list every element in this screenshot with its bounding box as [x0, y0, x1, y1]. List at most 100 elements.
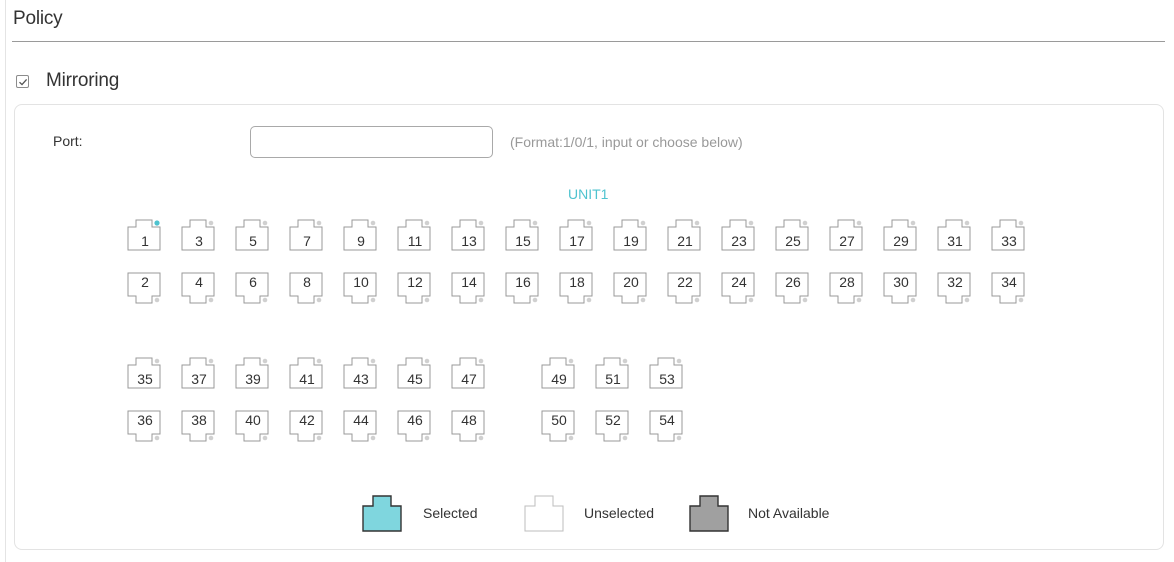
- port-37[interactable]: 37: [181, 357, 217, 391]
- port-11[interactable]: 11: [397, 219, 433, 253]
- port-number: 52: [605, 412, 621, 428]
- port-51[interactable]: 51: [595, 357, 631, 391]
- link-dot: [316, 220, 322, 226]
- port-number: 43: [353, 371, 369, 387]
- port-number: 51: [605, 371, 621, 387]
- section-title: Policy: [13, 8, 63, 29]
- port-3[interactable]: 3: [181, 219, 217, 253]
- port-47[interactable]: 47: [451, 357, 487, 391]
- legend-not-available-icon: [689, 495, 731, 538]
- port-52[interactable]: 52: [595, 410, 631, 444]
- port-46[interactable]: 46: [397, 410, 433, 444]
- port-6[interactable]: 6: [235, 272, 271, 306]
- port-39[interactable]: 39: [235, 357, 271, 391]
- port-31[interactable]: 31: [937, 219, 973, 253]
- port-5[interactable]: 5: [235, 219, 271, 253]
- port-33[interactable]: 33: [991, 219, 1027, 253]
- port-25[interactable]: 25: [775, 219, 811, 253]
- port-number: 12: [407, 274, 423, 290]
- port-9[interactable]: 9: [343, 219, 379, 253]
- port-4[interactable]: 4: [181, 272, 217, 306]
- link-dot: [676, 435, 682, 441]
- port-number: 45: [407, 371, 423, 387]
- link-dot: [1018, 297, 1024, 303]
- link-dot: [262, 435, 268, 441]
- port-17[interactable]: 17: [559, 219, 595, 253]
- port-28[interactable]: 28: [829, 272, 865, 306]
- port-16[interactable]: 16: [505, 272, 541, 306]
- port-43[interactable]: 43: [343, 357, 379, 391]
- port-19[interactable]: 19: [613, 219, 649, 253]
- port-number: 27: [839, 233, 855, 249]
- port-26[interactable]: 26: [775, 272, 811, 306]
- port-number: 41: [299, 371, 315, 387]
- link-dot: [154, 358, 160, 364]
- port-number: 32: [947, 274, 963, 290]
- link-dot: [568, 435, 574, 441]
- port-number: 23: [731, 233, 747, 249]
- link-dot: [478, 358, 484, 364]
- port-24[interactable]: 24: [721, 272, 757, 306]
- port-input[interactable]: [250, 126, 493, 158]
- port-number: 13: [461, 233, 477, 249]
- link-dot: [694, 297, 700, 303]
- port-12[interactable]: 12: [397, 272, 433, 306]
- port-21[interactable]: 21: [667, 219, 703, 253]
- port-20[interactable]: 20: [613, 272, 649, 306]
- legend-selected-icon: [362, 495, 404, 538]
- link-dot: [154, 435, 160, 441]
- port-14[interactable]: 14: [451, 272, 487, 306]
- port-18[interactable]: 18: [559, 272, 595, 306]
- port-40[interactable]: 40: [235, 410, 271, 444]
- port-number: 44: [353, 412, 369, 428]
- mirroring-checkbox[interactable]: [16, 74, 29, 88]
- port-1[interactable]: 1: [127, 219, 163, 253]
- port-number: 48: [461, 412, 477, 428]
- link-dot: [478, 220, 484, 226]
- port-44[interactable]: 44: [343, 410, 379, 444]
- port-36[interactable]: 36: [127, 410, 163, 444]
- port-10[interactable]: 10: [343, 272, 379, 306]
- port-22[interactable]: 22: [667, 272, 703, 306]
- port-number: 37: [191, 371, 207, 387]
- port-50[interactable]: 50: [541, 410, 577, 444]
- port-2[interactable]: 2: [127, 272, 163, 306]
- port-30[interactable]: 30: [883, 272, 919, 306]
- legend-not-available-label: Not Available: [748, 505, 830, 521]
- port-number: 22: [677, 274, 693, 290]
- port-number: 42: [299, 412, 315, 428]
- port-41[interactable]: 41: [289, 357, 325, 391]
- port-48[interactable]: 48: [451, 410, 487, 444]
- link-dot: [964, 220, 970, 226]
- port-27[interactable]: 27: [829, 219, 865, 253]
- port-15[interactable]: 15: [505, 219, 541, 253]
- link-dot: [748, 297, 754, 303]
- port-32[interactable]: 32: [937, 272, 973, 306]
- port-49[interactable]: 49: [541, 357, 577, 391]
- port-number: 35: [137, 371, 153, 387]
- link-dot: [694, 220, 700, 226]
- port-38[interactable]: 38: [181, 410, 217, 444]
- port-45[interactable]: 45: [397, 357, 433, 391]
- port-42[interactable]: 42: [289, 410, 325, 444]
- link-dot: [424, 358, 430, 364]
- port-53[interactable]: 53: [649, 357, 685, 391]
- port-8[interactable]: 8: [289, 272, 325, 306]
- port-7[interactable]: 7: [289, 219, 325, 253]
- port-35[interactable]: 35: [127, 357, 163, 391]
- port-number: 34: [1001, 274, 1017, 290]
- link-dot: [856, 220, 862, 226]
- link-dot: [910, 297, 916, 303]
- port-number: 24: [731, 274, 747, 290]
- port-13[interactable]: 13: [451, 219, 487, 253]
- link-dot: [676, 358, 682, 364]
- port-number: 47: [461, 371, 477, 387]
- link-dot: [424, 435, 430, 441]
- link-dot: [262, 297, 268, 303]
- link-dot: [802, 220, 808, 226]
- port-34[interactable]: 34: [991, 272, 1027, 306]
- link-dot: [316, 435, 322, 441]
- port-23[interactable]: 23: [721, 219, 757, 253]
- port-29[interactable]: 29: [883, 219, 919, 253]
- port-54[interactable]: 54: [649, 410, 685, 444]
